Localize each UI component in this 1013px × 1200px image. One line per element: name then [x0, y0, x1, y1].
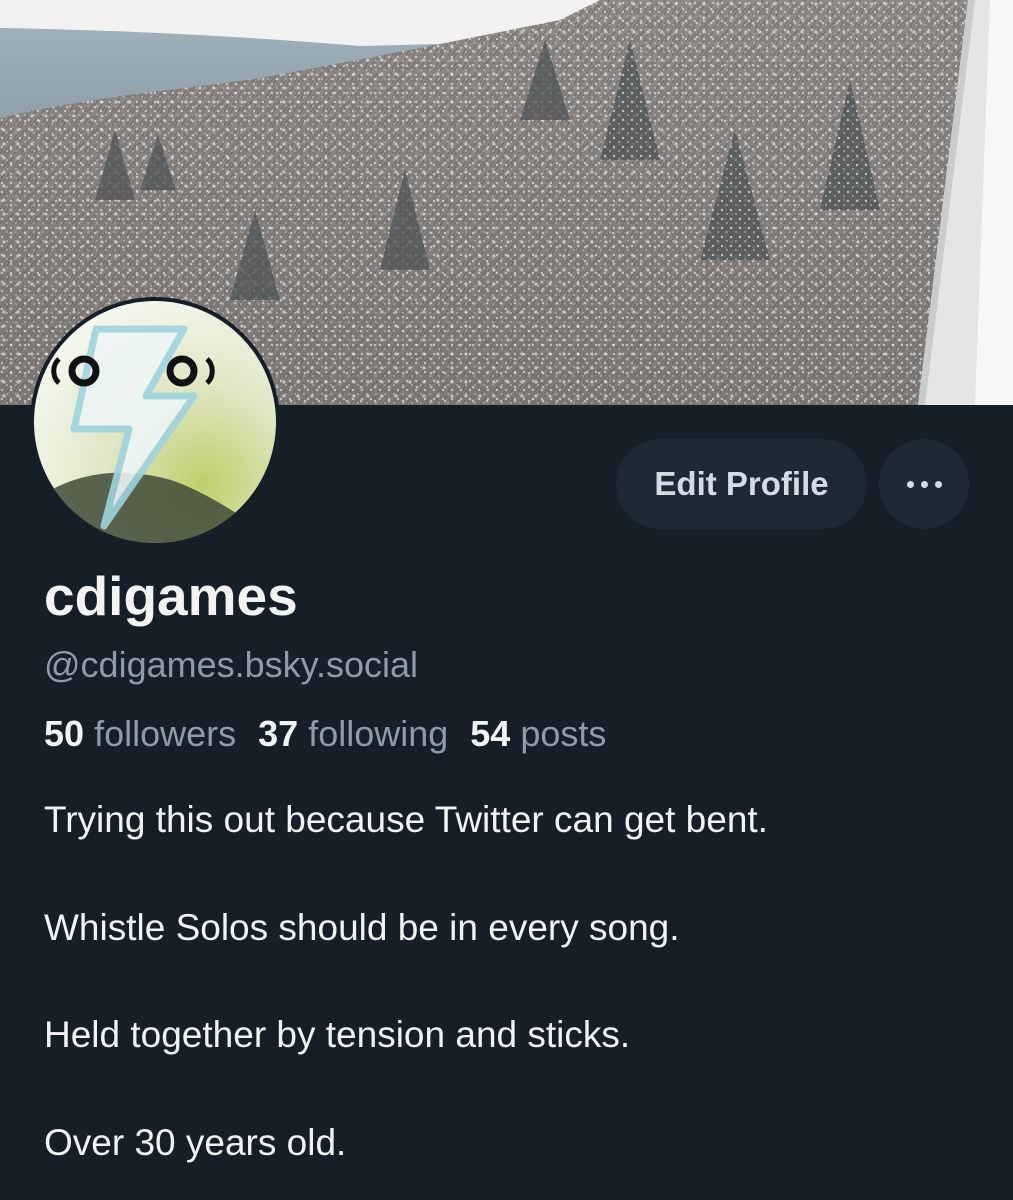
profile-stats: 50 followers 37 following 54 posts [44, 714, 606, 754]
followers-stat[interactable]: 50 followers [44, 714, 236, 754]
bio-line: Over 30 years old. [44, 1122, 347, 1164]
profile-bio: Trying this out because Twitter can get … [44, 799, 984, 1200]
followers-count: 50 [44, 713, 85, 754]
display-name: cdigames [44, 565, 298, 627]
user-handle: @cdigames.bsky.social [44, 644, 419, 685]
bio-line: Trying this out because Twitter can get … [44, 799, 768, 840]
bio-line: Held together by tension and sticks. [44, 1014, 631, 1056]
following-count: 37 [258, 713, 299, 754]
followers-label: followers [94, 713, 237, 754]
more-options-button[interactable] [879, 439, 969, 529]
posts-stat: 54 posts [470, 714, 606, 754]
edit-profile-button[interactable]: Edit Profile [616, 439, 867, 529]
bio-line: Whistle Solos should be in every song. [44, 906, 680, 948]
avatar[interactable] [30, 297, 280, 547]
following-stat[interactable]: 37 following [258, 714, 448, 754]
posts-label: posts [520, 713, 607, 754]
posts-count: 54 [470, 713, 511, 754]
ellipsis-icon [920, 480, 928, 488]
ellipsis-icon [934, 480, 942, 488]
ellipsis-icon [906, 480, 914, 488]
following-label: following [308, 713, 449, 754]
